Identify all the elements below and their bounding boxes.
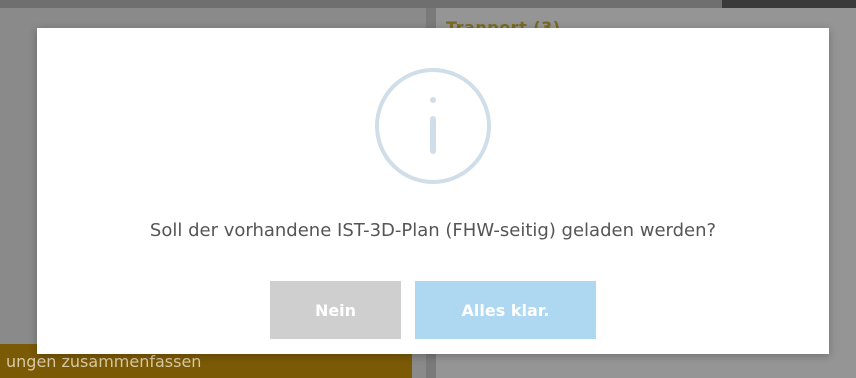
background-top-dark-block <box>722 0 856 8</box>
background-bottom-action-label: ungen zusammenfassen <box>6 352 202 371</box>
info-icon-stem <box>430 116 436 154</box>
dialog-message: Soll der vorhandene IST-3D-Plan (FHW-sei… <box>149 220 717 241</box>
confirm-button[interactable]: Alles klar. <box>415 281 596 339</box>
info-circle-icon <box>375 68 491 184</box>
info-icon-dot <box>430 97 436 103</box>
no-button[interactable]: Nein <box>270 281 401 339</box>
confirm-dialog: Soll der vorhandene IST-3D-Plan (FHW-sei… <box>37 28 829 354</box>
